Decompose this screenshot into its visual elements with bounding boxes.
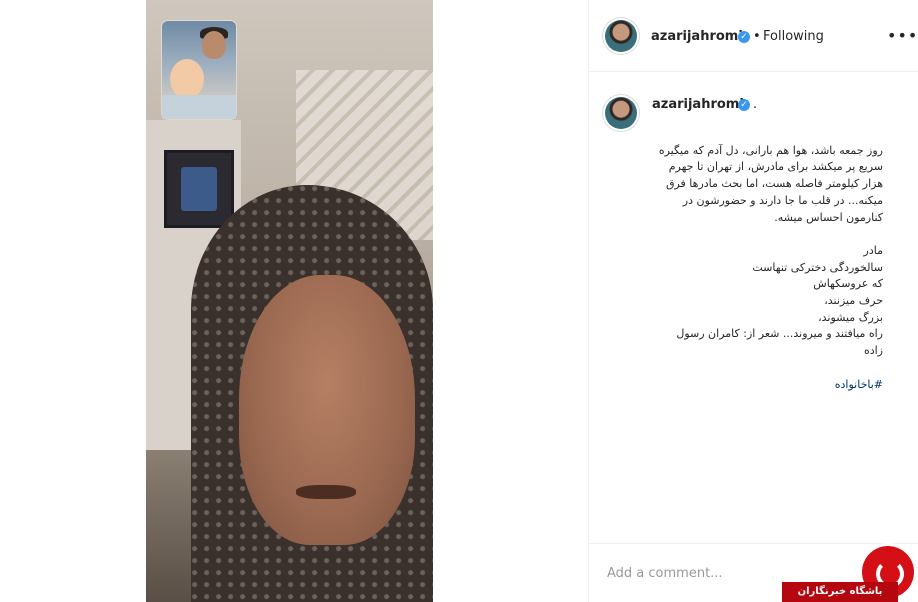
following-button[interactable]: Following [763,29,824,44]
verified-badge-icon: ✓ [738,31,750,43]
follow-separator: • [753,29,761,44]
wall-picture-frame [164,150,234,228]
caption-avatar[interactable] [605,97,637,129]
more-options-icon[interactable]: ••• [887,26,918,45]
post-caption: روز جمعه باشد، هوا هم بارانی، دل آدم که … [655,126,883,393]
media-pane [0,0,589,602]
video-call-preview [162,21,236,119]
caption-verified-icon: ✓ [738,99,750,111]
watermark-label: باشگاه خبرنگاران [782,582,898,602]
author-avatar[interactable] [605,20,637,52]
author-username[interactable]: azarijahromi [651,29,743,44]
caption-dot: . [753,97,758,112]
post-header: azarijahromi ✓ • Following ••• [589,0,918,72]
person-mouth [296,485,356,499]
caption-username[interactable]: azarijahromi [652,97,744,112]
comment-input[interactable] [605,562,859,584]
caption-text: روز جمعه باشد، هوا هم بارانی، دل آدم که … [658,143,883,358]
hashtag-link[interactable]: #باخانواده [835,378,883,391]
post-photo[interactable] [146,0,433,602]
person-face [239,275,415,545]
